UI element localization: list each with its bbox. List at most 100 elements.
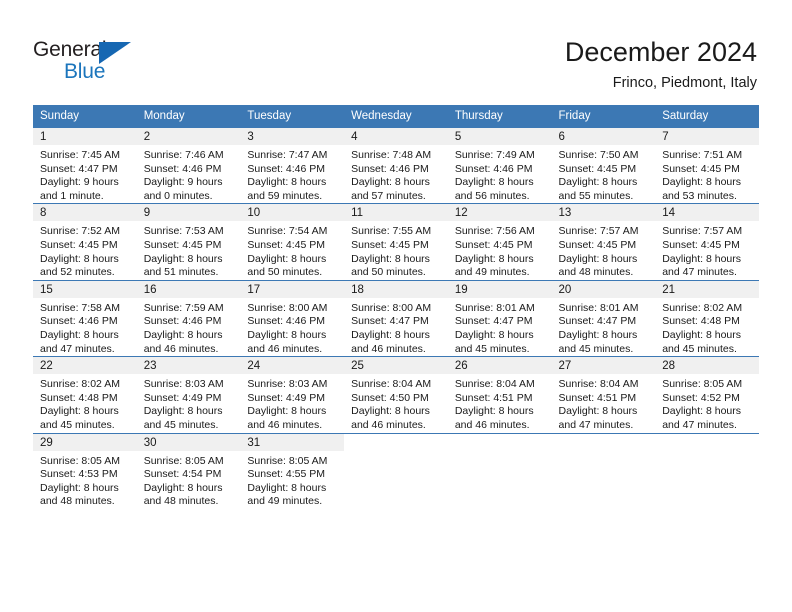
calendar-day-cell[interactable]: 14 Sunrise: 7:57 AM Sunset: 4:45 PM Dayligh…: [655, 203, 759, 281]
daylight-duration-line2: and 0 minutes.: [143, 189, 213, 202]
day-number: 31: [240, 433, 345, 451]
sunrise-time: Sunrise: 8:00 AM: [351, 301, 432, 314]
general-blue-logo[interactable]: General Blue: [33, 38, 153, 84]
sunrise-time: Sunrise: 7:57 AM: [662, 225, 743, 238]
day-number: 17: [240, 280, 345, 298]
daylight-duration-line2: and 53 minutes.: [662, 189, 737, 202]
calendar-day-cell[interactable]: 29 Sunrise: 8:05 AM Sunset: 4:53 PM Dayligh…: [33, 432, 137, 509]
daylight-duration-line1: Daylight: 8 hours: [454, 176, 534, 189]
page-header: General Blue December 2024 Frinco, Piedm…: [0, 0, 792, 100]
daylight-duration-line2: and 46 minutes.: [454, 418, 530, 431]
calendar-day-cell[interactable]: 6 Sunrise: 7:50 AM Sunset: 4:45 PM Daylight…: [551, 126, 656, 204]
location-subtitle: Frinco, Piedmont, Italy: [612, 75, 757, 91]
weekday-header-monday: Monday: [136, 105, 241, 128]
calendar-day-cell[interactable]: 10 Sunrise: 7:54 AM Sunset: 4:45 PM Dayligh…: [240, 203, 345, 281]
calendar-day-cell[interactable]: 19 Sunrise: 8:01 AM Sunset: 4:47 PM Dayligh…: [447, 279, 552, 357]
daylight-duration-line1: Daylight: 8 hours: [351, 176, 430, 189]
day-details: Sunrise: 8:05 AM Sunset: 4:54 PM Daylight:…: [137, 451, 241, 509]
daylight-duration-line1: Daylight: 8 hours: [558, 252, 638, 265]
daylight-duration-line1: Daylight: 9 hours: [143, 176, 223, 189]
calendar-day-cell[interactable]: 16 Sunrise: 7:59 AM Sunset: 4:46 PM Dayligh…: [136, 279, 241, 357]
calendar-day-cell[interactable]: 5 Sunrise: 7:49 AM Sunset: 4:46 PM Daylight…: [447, 126, 552, 204]
sunset-time: Sunset: 4:55 PM: [247, 468, 326, 481]
calendar-week-row: 22 Sunrise: 8:02 AM Sunset: 4:48 PM Dayligh…: [33, 356, 759, 433]
sunset-time: Sunset: 4:45 PM: [558, 238, 637, 251]
calendar-day-cell[interactable]: 1 Sunrise: 7:45 AM Sunset: 4:47 PM Daylight…: [33, 126, 137, 204]
calendar-day-cell[interactable]: 27 Sunrise: 8:04 AM Sunset: 4:51 PM Dayligh…: [551, 356, 656, 433]
calendar-day-cell[interactable]: 26 Sunrise: 8:04 AM Sunset: 4:51 PM Dayligh…: [447, 356, 552, 433]
calendar-day-cell[interactable]: 2 Sunrise: 7:46 AM Sunset: 4:46 PM Daylight…: [136, 126, 241, 204]
calendar-day-cell[interactable]: 15 Sunrise: 7:58 AM Sunset: 4:46 PM Dayligh…: [33, 279, 137, 357]
day-number: [655, 433, 759, 451]
calendar-day-cell[interactable]: 31 Sunrise: 8:05 AM Sunset: 4:55 PM Dayligh…: [240, 432, 345, 509]
sunset-time: Sunset: 4:45 PM: [662, 238, 740, 251]
daylight-duration-line2: and 47 minutes.: [558, 418, 634, 431]
calendar-day-cell[interactable]: 7 Sunrise: 7:51 AM Sunset: 4:45 PM Daylight…: [655, 126, 759, 204]
daylight-duration-line1: Daylight: 8 hours: [351, 252, 430, 265]
sunset-time: Sunset: 4:47 PM: [558, 315, 637, 328]
sunrise-time: Sunrise: 7:50 AM: [558, 149, 639, 161]
sunrise-time: Sunrise: 7:57 AM: [558, 225, 639, 238]
sunset-time: Sunset: 4:46 PM: [351, 162, 429, 175]
day-details: [552, 451, 656, 455]
daylight-duration-line1: Daylight: 8 hours: [247, 252, 327, 265]
logo-text-general: General: [33, 38, 107, 61]
calendar-day-cell[interactable]: 20 Sunrise: 8:01 AM Sunset: 4:47 PM Dayligh…: [551, 279, 656, 357]
day-details: Sunrise: 7:46 AM Sunset: 4:46 PM Daylight:…: [137, 145, 241, 203]
calendar-day-cell[interactable]: 8 Sunrise: 7:52 AM Sunset: 4:45 PM Daylight…: [33, 203, 137, 281]
daylight-duration-line1: Daylight: 8 hours: [40, 328, 119, 341]
sunset-time: Sunset: 4:45 PM: [143, 238, 222, 251]
calendar-day-cell[interactable]: 30 Sunrise: 8:05 AM Sunset: 4:54 PM Dayligh…: [136, 432, 241, 509]
day-details: Sunrise: 7:45 AM Sunset: 4:47 PM Daylight:…: [33, 145, 137, 203]
calendar-day-cell[interactable]: 21 Sunrise: 8:02 AM Sunset: 4:48 PM Dayligh…: [655, 279, 759, 357]
calendar-day-cell[interactable]: 12 Sunrise: 7:56 AM Sunset: 4:45 PM Dayligh…: [447, 203, 552, 281]
sunrise-time: Sunrise: 8:01 AM: [558, 301, 639, 314]
daylight-duration-line2: and 46 minutes.: [247, 418, 323, 431]
day-details: Sunrise: 7:49 AM Sunset: 4:46 PM Daylight:…: [448, 145, 552, 203]
calendar-day-cell[interactable]: 11 Sunrise: 7:55 AM Sunset: 4:45 PM Dayligh…: [344, 203, 448, 281]
day-number: 7: [655, 128, 759, 145]
sunset-time: Sunset: 4:51 PM: [454, 391, 533, 404]
day-number: [551, 433, 656, 451]
daylight-duration-line1: Daylight: 8 hours: [454, 252, 534, 265]
daylight-duration-line1: Daylight: 8 hours: [662, 176, 742, 189]
calendar-day-cell[interactable]: 23 Sunrise: 8:03 AM Sunset: 4:49 PM Dayligh…: [136, 356, 241, 433]
day-number: 11: [344, 204, 448, 222]
daylight-duration-line2: and 46 minutes.: [247, 342, 323, 355]
calendar-day-cell[interactable]: 24 Sunrise: 8:03 AM Sunset: 4:49 PM Dayligh…: [240, 356, 345, 433]
day-details: Sunrise: 8:04 AM Sunset: 4:51 PM Daylight:…: [448, 374, 552, 432]
daylight-duration-line2: and 45 minutes.: [40, 418, 115, 431]
daylight-duration-line2: and 45 minutes.: [454, 342, 530, 355]
calendar-day-cell[interactable]: 9 Sunrise: 7:53 AM Sunset: 4:45 PM Daylight…: [136, 203, 241, 281]
calendar-day-cell[interactable]: 25 Sunrise: 8:04 AM Sunset: 4:50 PM Dayligh…: [344, 356, 448, 433]
sunset-time: Sunset: 4:54 PM: [143, 468, 222, 481]
day-number: 23: [136, 357, 241, 375]
sunset-time: Sunset: 4:48 PM: [40, 391, 118, 404]
calendar-day-cell-empty: [447, 432, 552, 509]
calendar-day-cell[interactable]: 3 Sunrise: 7:47 AM Sunset: 4:46 PM Daylight…: [240, 126, 345, 204]
sunset-time: Sunset: 4:46 PM: [247, 315, 326, 328]
calendar-day-cell[interactable]: 18 Sunrise: 8:00 AM Sunset: 4:47 PM Dayligh…: [344, 279, 448, 357]
day-details: Sunrise: 8:03 AM Sunset: 4:49 PM Daylight:…: [137, 374, 241, 432]
daylight-duration-line1: Daylight: 8 hours: [40, 481, 119, 494]
sunset-time: Sunset: 4:45 PM: [351, 238, 429, 251]
weekday-header-wednesday: Wednesday: [344, 105, 448, 128]
sunrise-time: Sunrise: 7:47 AM: [247, 149, 328, 161]
day-details: Sunrise: 7:57 AM Sunset: 4:45 PM Daylight:…: [655, 221, 759, 279]
daylight-duration-line2: and 51 minutes.: [143, 266, 219, 279]
calendar-day-cell[interactable]: 4 Sunrise: 7:48 AM Sunset: 4:46 PM Daylight…: [344, 126, 448, 204]
calendar-day-cell[interactable]: 28 Sunrise: 8:05 AM Sunset: 4:52 PM Dayligh…: [655, 356, 759, 433]
daylight-duration-line1: Daylight: 8 hours: [143, 328, 223, 341]
daylight-duration-line2: and 45 minutes.: [558, 342, 634, 355]
day-number: 9: [136, 204, 241, 222]
day-details: Sunrise: 7:56 AM Sunset: 4:45 PM Daylight:…: [448, 221, 552, 279]
daylight-duration-line1: Daylight: 8 hours: [558, 176, 638, 189]
calendar-day-cell[interactable]: 17 Sunrise: 8:00 AM Sunset: 4:46 PM Dayligh…: [240, 279, 345, 357]
weekday-header-sunday: Sunday: [33, 105, 137, 128]
sunrise-time: Sunrise: 8:04 AM: [351, 378, 432, 391]
day-number: 27: [551, 357, 656, 375]
calendar-day-cell[interactable]: 22 Sunrise: 8:02 AM Sunset: 4:48 PM Dayligh…: [33, 356, 137, 433]
calendar-day-cell[interactable]: 13 Sunrise: 7:57 AM Sunset: 4:45 PM Dayligh…: [551, 203, 656, 281]
day-details: Sunrise: 8:03 AM Sunset: 4:49 PM Daylight:…: [240, 374, 344, 432]
daylight-duration-line1: Daylight: 8 hours: [143, 405, 223, 418]
